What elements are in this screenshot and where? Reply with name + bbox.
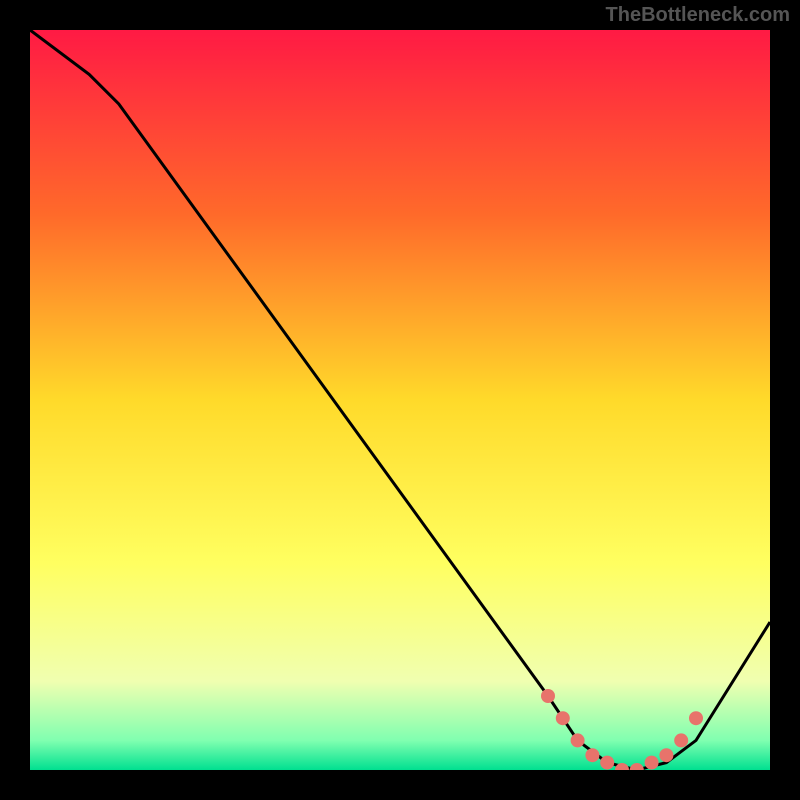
data-marker <box>556 711 570 725</box>
chart-line-layer <box>30 30 770 770</box>
data-marker <box>645 756 659 770</box>
chart-area <box>30 30 770 770</box>
data-marker <box>541 689 555 703</box>
data-marker <box>585 748 599 762</box>
bottleneck-curve <box>30 30 770 770</box>
data-marker <box>689 711 703 725</box>
data-marker <box>674 733 688 747</box>
data-marker <box>659 748 673 762</box>
attribution-text: TheBottleneck.com <box>606 4 790 27</box>
data-marker <box>600 756 614 770</box>
data-marker <box>630 763 644 770</box>
data-markers <box>541 689 703 770</box>
data-marker <box>571 733 585 747</box>
